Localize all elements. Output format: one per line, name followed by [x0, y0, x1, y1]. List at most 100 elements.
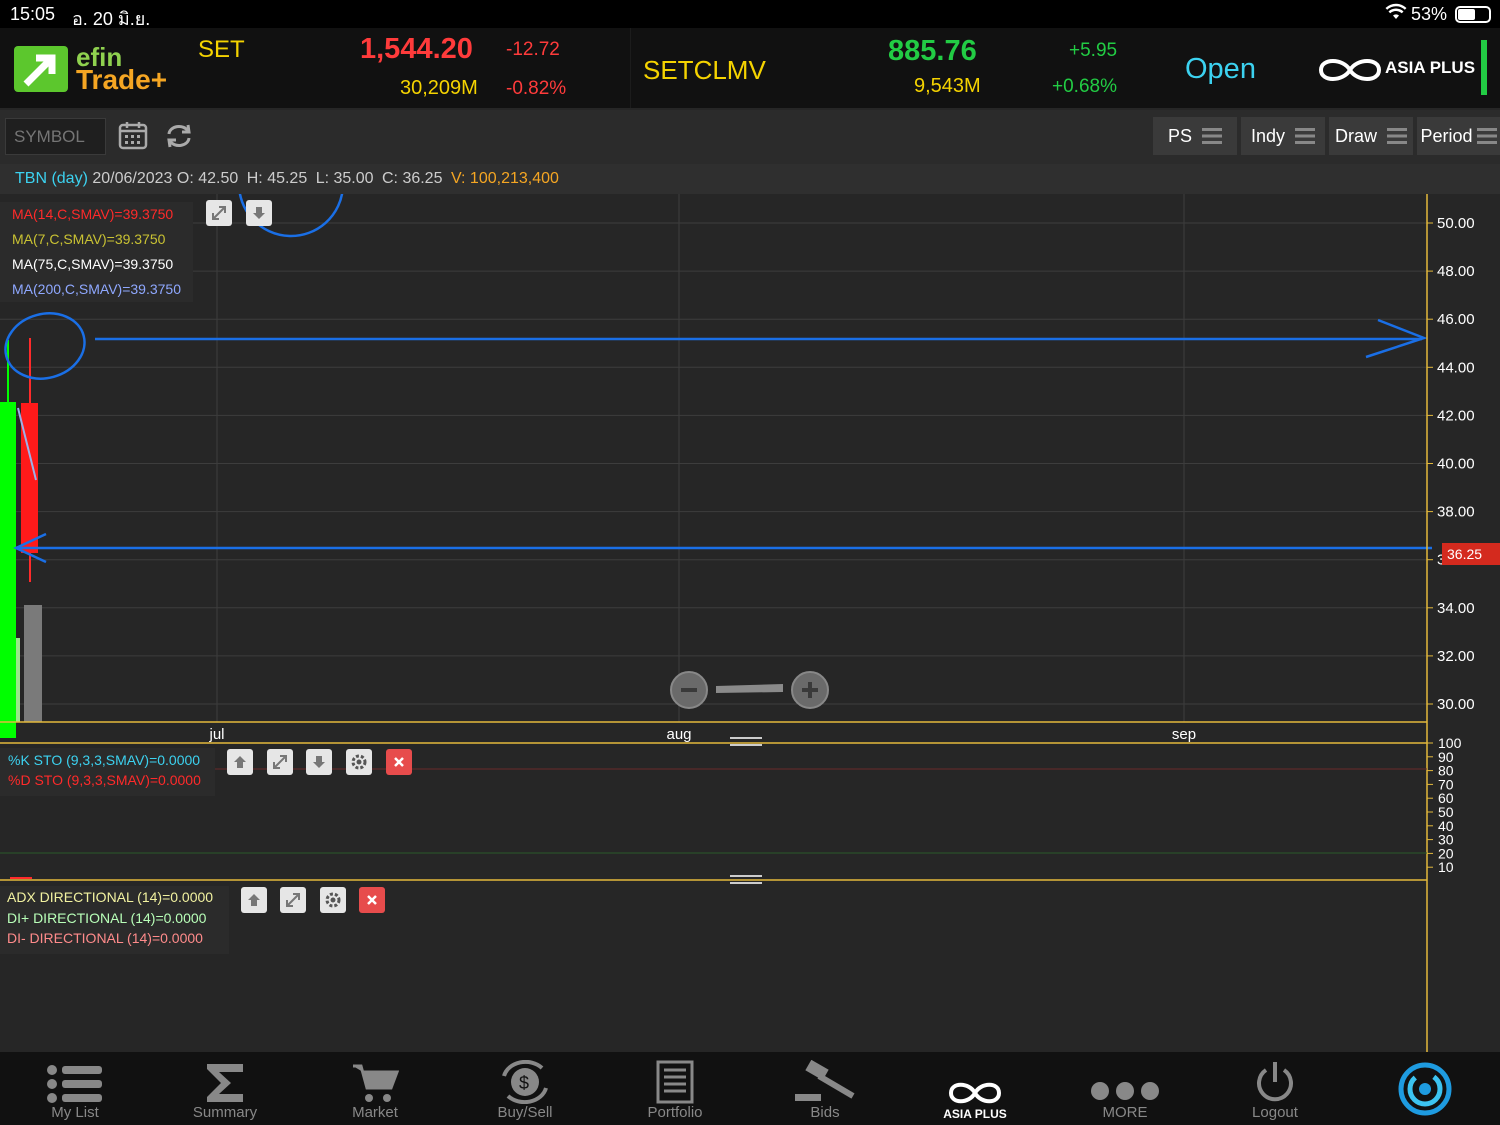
- tab-more[interactable]: MORE: [1050, 1052, 1200, 1125]
- market-header: efin Trade+ SET 1,544.20 -12.72 30,209M …: [0, 28, 1500, 108]
- more-dots-icon: [1091, 1082, 1159, 1100]
- x-tick-label: aug: [666, 726, 691, 743]
- y-tick-label: 44.00: [1437, 359, 1475, 376]
- ohlc-open-label: O:: [176, 170, 194, 187]
- ohlc-close: 36.25: [402, 170, 443, 187]
- connection-indicator: [1481, 40, 1487, 95]
- tab-label: Portfolio: [647, 1104, 703, 1121]
- ohlc-open: 42.50: [198, 170, 239, 187]
- sto-tick-label: 10: [1438, 859, 1454, 875]
- indy-button-label: Indy: [1250, 125, 1286, 146]
- tab-logout[interactable]: Logout: [1200, 1052, 1350, 1125]
- power-icon: [1257, 1062, 1293, 1102]
- pane-splitter[interactable]: [730, 737, 762, 746]
- battery-percent: 53%: [1411, 4, 1448, 24]
- calendar-icon[interactable]: [118, 120, 148, 155]
- ma-legend: MA(14,C,SMAV)=39.3750 MA(7,C,SMAV)=39.37…: [0, 202, 193, 302]
- tab-bids[interactable]: Bids: [750, 1052, 900, 1125]
- ohlc-volume: 100,213,400: [469, 170, 559, 187]
- ma14-legend: MA(14,C,SMAV)=39.3750: [12, 206, 174, 222]
- ps-button-label: PS: [1167, 125, 1192, 146]
- close-pane-button[interactable]: [386, 749, 412, 775]
- status-time: 15:05: [10, 4, 56, 24]
- tab-summary[interactable]: Summary: [150, 1052, 300, 1125]
- index1-pct: -0.82%: [506, 78, 567, 99]
- ohlc-line: TBN (day) 20/06/2023 O: 42.50 H: 45.25 L…: [15, 170, 559, 188]
- tab-my-list[interactable]: My List: [0, 1052, 150, 1125]
- period-button[interactable]: Period: [1417, 117, 1500, 155]
- ohlc-symbol: TBN (day): [15, 170, 88, 187]
- y-tick-label: 32.00: [1437, 648, 1475, 665]
- candle-green: [0, 402, 16, 738]
- symbol-input[interactable]: [5, 118, 106, 155]
- period-button-label: Period: [1420, 125, 1473, 146]
- ohlc-info-bar: TBN (day) 20/06/2023 O: 42.50 H: 45.25 L…: [0, 164, 1500, 194]
- x-axis-labels: jul aug sep: [208, 726, 1196, 743]
- index2-name[interactable]: SETCLMV: [643, 55, 766, 86]
- y-tick-label: 50.00: [1437, 215, 1475, 232]
- expand-pane-button[interactable]: [280, 887, 306, 913]
- tab-market[interactable]: Market: [300, 1052, 450, 1125]
- zoom-slider[interactable]: [716, 684, 783, 693]
- tab-buy-sell[interactable]: $ Buy/Sell: [450, 1052, 600, 1125]
- annotation-circle: [237, 194, 345, 238]
- volume-bar: [24, 605, 42, 722]
- expand-pane-button[interactable]: [267, 749, 293, 775]
- di-plus-legend-item: DI+ DIRECTIONAL (14)=0.0000: [7, 909, 207, 926]
- adx-legend: ADX DIRECTIONAL (14)=0.0000 DI+ DIRECTIO…: [0, 886, 229, 954]
- index2-change: +5.95: [1069, 40, 1118, 61]
- move-pane-down-button[interactable]: [306, 749, 332, 775]
- broker-name: ASIA PLUS: [1385, 58, 1476, 77]
- battery-icon: [1455, 6, 1491, 23]
- header-divider: [630, 28, 631, 108]
- zoom-out-button[interactable]: [670, 671, 708, 709]
- index2-value: 885.76: [888, 35, 977, 67]
- y-tick-label: 30.00: [1437, 696, 1475, 713]
- exchange-icon: $: [502, 1060, 548, 1104]
- tab-asia-plus[interactable]: ASIA PLUS: [900, 1052, 1050, 1125]
- tab-label: MORE: [1102, 1104, 1148, 1121]
- assistant-button[interactable]: [1350, 1052, 1500, 1125]
- di-minus-legend-item: DI- DIRECTIONAL (14)=0.0000: [7, 930, 203, 946]
- zoom-in-button[interactable]: [791, 671, 829, 709]
- draw-button-label: Draw: [1334, 125, 1377, 146]
- menu-icon: [1476, 128, 1497, 144]
- swirl-logo-icon: [1398, 1062, 1452, 1115]
- x-tick-label: jul: [208, 726, 224, 743]
- chart-toolbar: PS Indy Draw Period: [0, 110, 1500, 164]
- tab-label: Buy/Sell: [497, 1104, 553, 1121]
- close-pane-button[interactable]: [359, 887, 385, 913]
- last-price-text: 36.25: [1447, 546, 1482, 562]
- settings-gear-icon[interactable]: [320, 887, 346, 913]
- bottom-tab-bar: My List Summary Market $ Buy/Sell Portfo…: [0, 1052, 1500, 1125]
- tab-label: Summary: [192, 1104, 258, 1121]
- refresh-icon[interactable]: [164, 122, 194, 155]
- document-icon: [656, 1060, 694, 1104]
- expand-pane-button[interactable]: [206, 200, 232, 226]
- wifi-icon: [1385, 3, 1407, 26]
- ps-button[interactable]: PS: [1153, 117, 1237, 155]
- settings-gear-icon[interactable]: [346, 749, 372, 775]
- draw-button[interactable]: Draw: [1329, 117, 1413, 155]
- tab-portfolio[interactable]: Portfolio: [600, 1052, 750, 1125]
- ma7-legend: MA(7,C,SMAV)=39.3750: [12, 231, 166, 247]
- index1-value: 1,544.20: [360, 33, 473, 65]
- tab-label: ASIA PLUS: [943, 1107, 1007, 1121]
- sto-axis-labels: 100908070605040302010: [1427, 735, 1462, 875]
- y-tick-label: 38.00: [1437, 504, 1475, 521]
- index1-name[interactable]: SET: [198, 36, 245, 64]
- ohlc-low: 35.00: [333, 170, 374, 187]
- tab-label: Bids: [810, 1104, 840, 1121]
- move-pane-up-button[interactable]: [227, 749, 253, 775]
- ohlc-volume-label: V:: [450, 170, 466, 187]
- asia-plus-logo-icon: [948, 1082, 1002, 1104]
- y-tick-label: 48.00: [1437, 263, 1475, 280]
- indy-button[interactable]: Indy: [1241, 117, 1325, 155]
- asia-plus-logo-icon: [1317, 56, 1383, 89]
- ohlc-high: 45.25: [267, 170, 308, 187]
- move-pane-down-button[interactable]: [246, 200, 272, 226]
- y-tick-label: 40.00: [1437, 456, 1475, 473]
- ohlc-low-label: L:: [315, 170, 330, 187]
- move-pane-up-button[interactable]: [241, 887, 267, 913]
- y-tick-label: 42.00: [1437, 407, 1475, 424]
